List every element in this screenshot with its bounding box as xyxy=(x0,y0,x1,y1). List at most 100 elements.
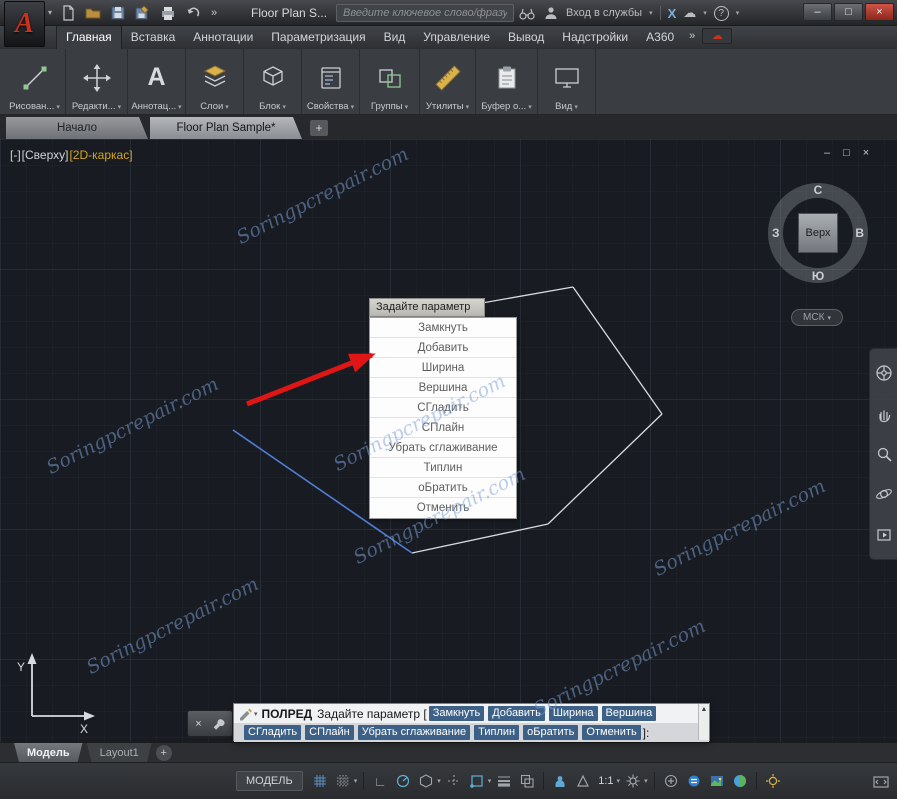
qat-overflow-button[interactable]: » xyxy=(211,7,217,19)
clean-screen-toggle[interactable] xyxy=(871,772,891,792)
search-binoculars-icon[interactable] xyxy=(518,5,536,21)
plot-button[interactable] xyxy=(158,4,177,22)
menu-item-close[interactable]: Замкнуть xyxy=(370,318,516,338)
exchange-apps-icon[interactable]: Χ xyxy=(668,6,677,21)
ribbon-tab-manage[interactable]: Управление xyxy=(414,26,499,49)
ribbon-tab-annotate[interactable]: Аннотации xyxy=(184,26,262,49)
model-space-toggle[interactable]: МОДЕЛЬ xyxy=(236,771,303,791)
menu-item-reverse[interactable]: оБратить xyxy=(370,478,516,498)
panel-properties[interactable]: Свойства▾ xyxy=(302,49,360,114)
command-wrench-icon[interactable] xyxy=(211,717,225,731)
menu-item-vertex[interactable]: Вершина xyxy=(370,378,516,398)
ribbon-tab-parametric[interactable]: Параметризация xyxy=(262,26,374,49)
osnap-chevron-icon[interactable]: ▾ xyxy=(488,777,492,785)
viewcube-west[interactable]: З xyxy=(772,226,780,240)
panel-draw[interactable]: Рисован...▾ xyxy=(4,49,66,114)
maximize-button[interactable]: □ xyxy=(834,3,863,21)
grid-display-toggle[interactable] xyxy=(310,771,330,791)
ribbon-tab-insert[interactable]: Вставка xyxy=(122,26,185,49)
ribbon-tab-output[interactable]: Вывод xyxy=(499,26,553,49)
scroll-up-icon[interactable]: ▲ xyxy=(701,706,708,713)
visual-style-button[interactable]: [2D-каркас] xyxy=(69,148,132,162)
help-chevron-icon[interactable]: ▾ xyxy=(736,9,740,17)
navigation-wheel-icon[interactable] xyxy=(875,364,893,382)
sign-in-chevron-icon[interactable]: ▾ xyxy=(649,9,653,17)
command-history-scroll[interactable]: ▲ xyxy=(698,704,709,740)
menu-item-undo[interactable]: Отменить xyxy=(370,498,516,518)
orbit-icon[interactable] xyxy=(875,485,893,503)
ribbon-tab-home[interactable]: Главная xyxy=(56,25,122,49)
command-line-window[interactable]: ▾ ПОЛРЕД Задайте параметр [ Замкнуть Доб… xyxy=(233,703,710,741)
command-option-chip[interactable]: СГладить xyxy=(244,725,301,740)
panel-modify[interactable]: Редакти...▾ xyxy=(66,49,128,114)
save-button[interactable] xyxy=(108,4,127,22)
viewcube-north[interactable]: С xyxy=(814,183,823,197)
application-menu-button[interactable]: A xyxy=(4,1,45,47)
menu-item-decurve[interactable]: Убрать сглаживание xyxy=(370,438,516,458)
snap-mode-toggle[interactable] xyxy=(333,771,353,791)
save-as-button[interactable] xyxy=(133,4,152,22)
panel-annotation[interactable]: А Аннотац...▾ xyxy=(128,49,186,114)
object-snap-tracking-toggle[interactable] xyxy=(444,771,464,791)
application-menu-chevron-icon[interactable]: ▾ xyxy=(48,8,52,17)
command-pencil-icon[interactable] xyxy=(238,706,253,721)
command-option-chip[interactable]: Вершина xyxy=(602,706,657,721)
tab-layout1[interactable]: Layout1 xyxy=(87,743,152,763)
viewcube-east[interactable]: В xyxy=(855,226,864,240)
ortho-toggle[interactable]: ∟ xyxy=(370,771,390,791)
doc-minimize-icon[interactable]: – xyxy=(824,147,830,159)
file-tab-active-drawing[interactable]: Floor Plan Sample* xyxy=(150,117,302,139)
panel-clipboard[interactable]: Буфер о...▾ xyxy=(476,49,538,114)
isodraft-toggle[interactable] xyxy=(416,771,436,791)
annotation-visibility-toggle[interactable] xyxy=(550,771,570,791)
command-option-chip[interactable]: Добавить xyxy=(488,706,545,721)
new-layout-button[interactable]: + xyxy=(156,745,172,761)
panel-groups[interactable]: Группы▾ xyxy=(360,49,420,114)
ribbon-tab-view[interactable]: Вид xyxy=(375,26,415,49)
showmotion-icon[interactable] xyxy=(875,526,893,544)
new-drawing-tab-button[interactable]: + xyxy=(310,120,328,136)
new-file-button[interactable] xyxy=(58,4,77,22)
ribbon-tab-a360[interactable]: A360 xyxy=(637,26,683,49)
menu-item-join[interactable]: Добавить xyxy=(370,338,516,358)
viewcube-south[interactable]: Ю xyxy=(812,269,824,283)
isolate-objects-toggle[interactable] xyxy=(763,771,783,791)
quick-properties-toggle[interactable] xyxy=(684,771,704,791)
pan-hand-icon[interactable] xyxy=(875,405,893,423)
menu-item-fit[interactable]: СГладить xyxy=(370,398,516,418)
selection-cycling-toggle[interactable] xyxy=(517,771,537,791)
command-option-chip[interactable]: Ширина xyxy=(549,706,598,721)
a360-cloud-icon[interactable]: ☁ xyxy=(683,5,696,21)
command-window-grip[interactable]: × xyxy=(187,710,233,737)
doc-close-icon[interactable]: × xyxy=(863,147,869,159)
workspace-switching-button[interactable] xyxy=(623,771,643,791)
menu-item-spline[interactable]: СПлайн xyxy=(370,418,516,438)
polar-tracking-toggle[interactable] xyxy=(393,771,413,791)
viewcube-top-face[interactable]: Верх xyxy=(798,213,838,253)
annotation-monitor-toggle[interactable] xyxy=(661,771,681,791)
command-close-icon[interactable]: × xyxy=(195,718,201,730)
tab-model[interactable]: Модель xyxy=(14,743,83,763)
command-option-chip[interactable]: Замкнуть xyxy=(429,706,484,721)
panel-layers[interactable]: Слои▾ xyxy=(186,49,244,114)
panel-view[interactable]: Вид▾ xyxy=(538,49,596,114)
annotation-scale-button[interactable]: 1:1 xyxy=(596,775,615,787)
help-button[interactable]: ? xyxy=(714,6,729,21)
command-option-chip[interactable]: оБратить xyxy=(523,725,578,740)
doc-restore-icon[interactable]: □ xyxy=(843,147,850,159)
panel-block[interactable]: Блок▾ xyxy=(244,49,302,114)
scale-chevron-icon[interactable]: ▾ xyxy=(617,777,621,785)
zoom-icon[interactable] xyxy=(875,445,893,463)
search-input[interactable] xyxy=(337,7,513,19)
snap-chevron-icon[interactable]: ▾ xyxy=(354,777,358,785)
object-snap-toggle[interactable] xyxy=(467,771,487,791)
isodraft-chevron-icon[interactable]: ▾ xyxy=(437,777,441,785)
recent-commands-chevron-icon[interactable]: ▾ xyxy=(254,710,258,718)
command-option-chip[interactable]: Отменить xyxy=(582,725,640,740)
menu-item-ltype[interactable]: Типлин xyxy=(370,458,516,478)
close-button[interactable]: × xyxy=(865,3,894,21)
minimize-button[interactable]: – xyxy=(803,3,832,21)
wcs-menu-button[interactable]: МСК ▾ xyxy=(791,309,843,326)
cloud-chevron-icon[interactable]: ▾ xyxy=(703,9,707,17)
menu-item-width[interactable]: Ширина xyxy=(370,358,516,378)
